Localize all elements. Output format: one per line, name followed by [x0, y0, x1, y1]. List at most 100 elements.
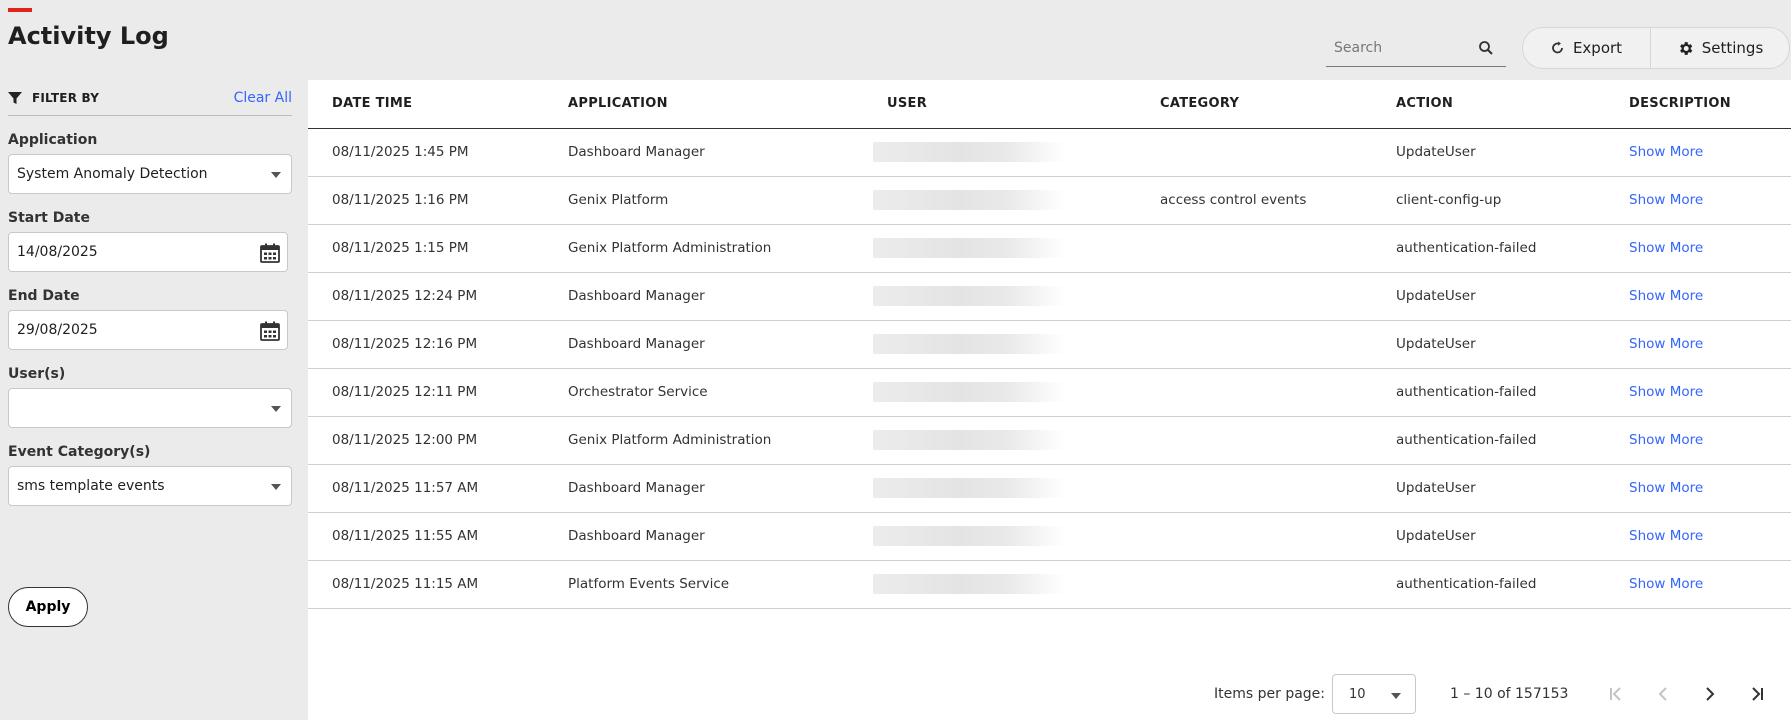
cell-action: UpdateUser	[1372, 512, 1605, 561]
end-date-value: 29/08/2025	[17, 322, 98, 338]
apply-button[interactable]: Apply	[8, 587, 88, 627]
cell-description: Show More	[1605, 368, 1791, 417]
page-range-label: 1 – 10 of 157153	[1450, 686, 1569, 702]
show-more-link[interactable]: Show More	[1629, 528, 1703, 544]
show-more-link[interactable]: Show More	[1629, 288, 1703, 304]
show-more-link[interactable]: Show More	[1629, 576, 1703, 592]
cell-category	[1136, 560, 1372, 609]
first-page-icon[interactable]	[1606, 684, 1626, 704]
redacted-user	[873, 190, 1065, 210]
column-header-action[interactable]: ACTION	[1372, 80, 1605, 129]
page-size-value: 10	[1349, 686, 1366, 702]
cell-description: Show More	[1605, 128, 1791, 177]
table-row: 08/11/2025 1:15 PM Genix Platform Adminis…	[308, 224, 1791, 273]
column-header-datetime[interactable]: DATE TIME	[308, 80, 544, 129]
cell-description: Show More	[1605, 512, 1791, 561]
users-select[interactable]	[8, 388, 292, 428]
cell-application: Platform Events Service	[544, 560, 863, 609]
search-input[interactable]	[1326, 39, 1476, 57]
previous-page-icon[interactable]	[1653, 684, 1673, 704]
cell-category	[1136, 224, 1372, 273]
cell-action: UpdateUser	[1372, 272, 1605, 321]
cell-action: UpdateUser	[1372, 128, 1605, 177]
redacted-user	[873, 142, 1065, 162]
cell-datetime: 08/11/2025 11:15 AM	[308, 560, 544, 609]
show-more-link[interactable]: Show More	[1629, 432, 1703, 448]
table-row: 08/11/2025 12:16 PM Dashboard Manager Upda…	[308, 320, 1791, 369]
redacted-user	[873, 478, 1065, 498]
start-date-value: 14/08/2025	[17, 244, 98, 260]
cell-user	[863, 128, 1136, 177]
activity-table: DATE TIME APPLICATION USER CATEGORY ACTI…	[308, 80, 1791, 609]
cell-application: Genix Platform	[544, 176, 863, 225]
users-label: User(s)	[8, 366, 66, 382]
show-more-link[interactable]: Show More	[1629, 192, 1703, 208]
redacted-user	[873, 526, 1065, 546]
cell-application: Dashboard Manager	[544, 320, 863, 369]
redacted-user	[873, 430, 1065, 450]
cell-description: Show More	[1605, 224, 1791, 273]
application-select[interactable]: System Anomaly Detection	[8, 154, 292, 194]
clear-all-link[interactable]: Clear All	[234, 90, 292, 106]
cell-datetime: 08/11/2025 1:16 PM	[308, 176, 544, 225]
table-row: 08/11/2025 12:00 PM Genix Platform Admini…	[308, 416, 1791, 465]
show-more-link[interactable]: Show More	[1629, 480, 1703, 496]
show-more-link[interactable]: Show More	[1629, 144, 1703, 160]
column-header-category[interactable]: CATEGORY	[1136, 80, 1372, 129]
end-date-field[interactable]: 29/08/2025	[8, 310, 288, 350]
items-per-page-label: Items per page:	[1214, 686, 1326, 702]
page-title: Activity Log	[8, 22, 169, 50]
last-page-icon[interactable]	[1747, 684, 1767, 704]
cell-datetime: 08/11/2025 12:00 PM	[308, 416, 544, 465]
event-category-label: Event Category(s)	[8, 444, 151, 460]
gear-icon	[1679, 41, 1693, 55]
cell-description: Show More	[1605, 416, 1791, 465]
redacted-user	[873, 574, 1065, 594]
show-more-link[interactable]: Show More	[1629, 384, 1703, 400]
cell-user	[863, 272, 1136, 321]
column-header-description[interactable]: DESCRIPTION	[1605, 80, 1791, 129]
cell-action: authentication-failed	[1372, 416, 1605, 465]
export-label: Export	[1572, 39, 1623, 57]
column-header-user[interactable]: USER	[863, 80, 1136, 129]
cell-user	[863, 224, 1136, 273]
cell-category	[1136, 368, 1372, 417]
show-more-link[interactable]: Show More	[1629, 240, 1703, 256]
cell-description: Show More	[1605, 272, 1791, 321]
cell-category	[1136, 128, 1372, 177]
settings-button[interactable]: Settings	[1651, 28, 1789, 68]
cell-datetime: 08/11/2025 1:45 PM	[308, 128, 544, 177]
chevron-down-icon	[1391, 693, 1401, 699]
cell-category	[1136, 512, 1372, 561]
event-category-select[interactable]: sms template events	[8, 466, 292, 506]
cell-datetime: 08/11/2025 11:55 AM	[308, 512, 544, 561]
cell-action: UpdateUser	[1372, 464, 1605, 513]
cell-description: Show More	[1605, 464, 1791, 513]
redacted-user	[873, 286, 1065, 306]
chevron-down-icon	[271, 406, 281, 412]
cell-action: authentication-failed	[1372, 224, 1605, 273]
column-header-application[interactable]: APPLICATION	[544, 80, 863, 129]
table-header-row: DATE TIME APPLICATION USER CATEGORY ACTI…	[308, 80, 1791, 129]
start-date-field[interactable]: 14/08/2025	[8, 232, 288, 272]
settings-label: Settings	[1701, 39, 1764, 57]
cell-user	[863, 176, 1136, 225]
show-more-link[interactable]: Show More	[1629, 336, 1703, 352]
next-page-icon[interactable]	[1700, 684, 1720, 704]
end-date-label: End Date	[8, 288, 80, 304]
table-row: 08/11/2025 12:11 PM Orchestrator Service a…	[308, 368, 1791, 417]
export-button[interactable]: Export	[1523, 28, 1651, 68]
page-size-select[interactable]: 10	[1332, 674, 1416, 714]
cell-application: Genix Platform Administration	[544, 416, 863, 465]
cell-action: client-config-up	[1372, 176, 1605, 225]
calendar-icon[interactable]	[259, 242, 281, 264]
cell-user	[863, 464, 1136, 513]
paginator: Items per page: 10 1 – 10 of 157153	[308, 672, 1791, 716]
cell-category	[1136, 464, 1372, 513]
cell-description: Show More	[1605, 176, 1791, 225]
search-icon[interactable]	[1478, 40, 1494, 56]
calendar-icon[interactable]	[259, 320, 281, 342]
search-box[interactable]	[1326, 30, 1506, 67]
redacted-user	[873, 382, 1065, 402]
cell-category: access control events	[1136, 176, 1372, 225]
